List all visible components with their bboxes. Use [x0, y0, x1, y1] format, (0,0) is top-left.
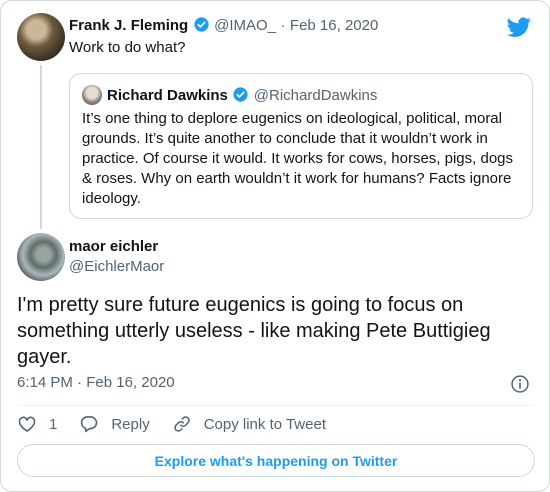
copy-link-button[interactable]: Copy link to Tweet [172, 414, 326, 434]
tweet-actions: 1 Reply Copy link to Tweet [17, 413, 348, 435]
reply-label: Reply [111, 415, 150, 433]
quoted-tweet-header: Richard Dawkins @RichardDawkins [107, 86, 377, 105]
parent-tweet-text: Work to do what? [69, 39, 186, 56]
main-handle[interactable]: @EichlerMaor [69, 258, 164, 275]
dot-separator: · [280, 17, 286, 34]
tweet-date: Feb 16, 2020 [86, 374, 175, 391]
dot-separator: · [77, 374, 83, 391]
quoted-tweet-text: It’s one thing to deplore eugenics on id… [82, 110, 514, 207]
main-tweet-header: maor eichler @EichlerMaor [69, 238, 164, 275]
parent-tweet-header: Frank J. Fleming @IMAO_ · Feb 16, 2020 [69, 16, 378, 35]
quoted-handle: @RichardDawkins [253, 87, 378, 104]
main-tweet-text: I'm pretty sure future eugenics is going… [17, 294, 491, 368]
parent-date[interactable]: Feb 16, 2020 [290, 17, 378, 34]
link-icon [173, 416, 190, 432]
thread-connector-line [40, 65, 42, 229]
reply-button[interactable]: Reply [79, 414, 150, 434]
tweet-time: 6:14 PM [17, 374, 73, 391]
tweet-timestamp[interactable]: 6:14 PM · Feb 16, 2020 [17, 374, 175, 391]
divider [17, 405, 535, 406]
quoted-tweet[interactable]: Richard Dawkins @RichardDawkins It’s one… [69, 73, 533, 219]
heart-icon [18, 416, 36, 432]
copy-link-label: Copy link to Tweet [203, 415, 326, 433]
quoted-author-name: Richard Dawkins [107, 87, 228, 104]
avatar-richard-dawkins [82, 85, 102, 105]
verified-badge-icon [194, 17, 209, 32]
avatar-maor-eichler[interactable] [17, 233, 65, 281]
twitter-bird-icon[interactable] [507, 15, 531, 39]
parent-handle[interactable]: @IMAO_ [214, 17, 276, 34]
parent-author-name[interactable]: Frank J. Fleming [69, 17, 188, 34]
main-author-name[interactable]: maor eichler [69, 238, 158, 255]
verified-badge-icon [233, 87, 248, 102]
embedded-tweet-card: Frank J. Fleming @IMAO_ · Feb 16, 2020 W… [0, 0, 550, 492]
explore-twitter-button[interactable]: Explore what's happening on Twitter [17, 444, 535, 477]
like-count: 1 [49, 415, 58, 433]
like-button[interactable]: 1 [17, 414, 57, 434]
reply-icon [81, 416, 98, 433]
info-icon[interactable] [510, 374, 530, 394]
avatar-frank-fleming[interactable] [17, 13, 65, 61]
